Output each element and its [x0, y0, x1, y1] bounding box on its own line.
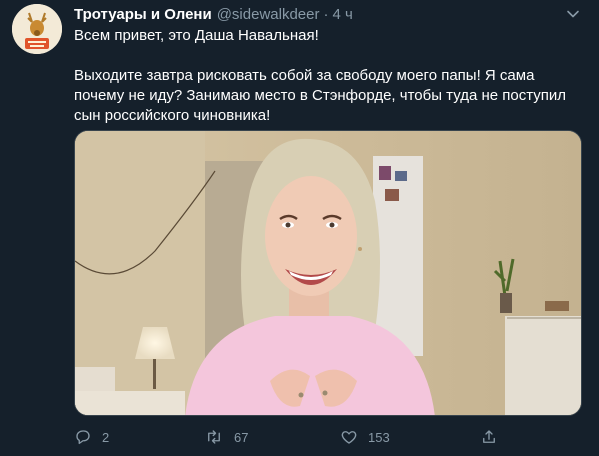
retweet-count: 67: [234, 429, 249, 445]
tweet-line: Выходите завтра рисковать собой за свобо…: [74, 67, 567, 124]
avatar[interactable]: [12, 4, 62, 54]
separator-dot: ·: [323, 5, 329, 23]
reply-button[interactable]: 2: [74, 424, 109, 450]
heart-icon: [341, 431, 357, 444]
tweet-actions: 2 67 153: [74, 424, 584, 450]
tweet-header: Тротуары и Олени @sidewalkdeer · 4 ч: [74, 4, 353, 24]
author-name[interactable]: Тротуары и Олени: [74, 6, 212, 23]
tweet-timestamp[interactable]: 4 ч: [332, 6, 352, 23]
chevron-down-icon: [567, 10, 579, 18]
share-icon: [483, 430, 495, 443]
like-count: 153: [368, 429, 390, 445]
more-options-button[interactable]: [563, 4, 583, 24]
author-handle[interactable]: @sidewalkdeer: [217, 6, 320, 23]
retweet-icon: [208, 430, 220, 444]
tweet-line: Всем привет, это Даша Навальная!: [74, 27, 319, 44]
tweet[interactable]: Тротуары и Олени @sidewalkdeer · 4 ч Все…: [0, 0, 599, 456]
tweet-text: Всем привет, это Даша Навальная! Выходит…: [74, 26, 584, 126]
retweet-button[interactable]: 67: [204, 424, 248, 450]
share-button[interactable]: [480, 424, 508, 450]
deer-logo-icon: [12, 4, 62, 54]
tweet-media-photo[interactable]: [74, 130, 582, 416]
like-button[interactable]: 153: [340, 424, 390, 450]
photo-illustration: [75, 131, 581, 415]
reply-count: 2: [102, 429, 110, 445]
reply-icon: [76, 430, 90, 445]
